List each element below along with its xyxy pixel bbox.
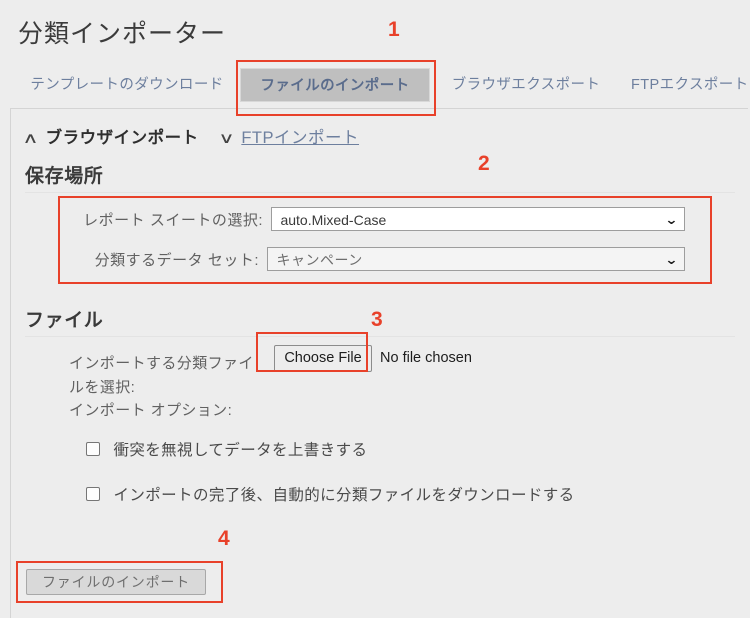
data-set-label: 分類するデータ セット: (94, 251, 259, 269)
report-suite-select[interactable]: auto.Mixed-Case ⌄ (271, 207, 686, 231)
report-suite-label: レポート スイートの選択: (83, 211, 263, 229)
checkbox-auto-download[interactable] (86, 487, 100, 501)
tab-template-download[interactable]: テンプレートのダウンロード (18, 68, 236, 102)
checkbox-row-auto-download: インポートの完了後、自動的に分類ファイルをダウンロードする (86, 483, 575, 505)
classification-importer-page: 分類インポーター テンプレートのダウンロード ファイルのインポート ブラウザエク… (0, 0, 750, 618)
report-suite-row: レポート スイートの選択: auto.Mixed-Case ⌄ (25, 207, 686, 233)
section-heading-file: ファイル (25, 310, 104, 331)
section-divider-storage (25, 192, 735, 193)
data-set-select[interactable]: キャンペーン ⌄ (267, 247, 686, 271)
section-divider-file (25, 336, 735, 337)
annotation-number-1: 1 (388, 18, 400, 41)
import-file-submit-button[interactable]: ファイルのインポート (26, 569, 206, 595)
main-panel: ∧ ブラウザインポート ∨ FTPインポート 保存場所 レポート スイートの選択… (10, 108, 748, 618)
choose-file-button[interactable]: Choose File (274, 345, 372, 372)
checkbox-row-overwrite: 衝突を無視してデータを上書きする (86, 438, 367, 460)
data-set-value: キャンペーン (276, 252, 363, 268)
annotation-number-3: 3 (371, 308, 383, 331)
data-set-row: 分類するデータ セット: キャンペーン ⌄ (25, 247, 686, 273)
report-suite-value: auto.Mixed-Case (280, 212, 387, 228)
section-heading-storage: 保存場所 (25, 166, 104, 187)
chevron-up-icon[interactable]: ∧ (22, 129, 38, 147)
tab-ftp-export[interactable]: FTPエクスポート (622, 68, 750, 102)
import-options-label: インポート オプション: (69, 402, 233, 419)
file-input-label: インポートする分類ファイルを選択: (69, 355, 254, 396)
checkbox-auto-download-label: インポートの完了後、自動的に分類ファイルをダウンロードする (113, 487, 575, 504)
page-title: 分類インポーター (18, 20, 227, 48)
browser-import-label: ブラウザインポート (45, 129, 199, 147)
tab-bar: テンプレートのダウンロード ファイルのインポート ブラウザエクスポート FTPエ… (0, 62, 750, 108)
annotation-number-2: 2 (478, 152, 490, 175)
checkbox-overwrite[interactable] (86, 442, 100, 456)
chevron-down-icon: ⌄ (664, 252, 678, 267)
chevron-down-icon: ⌄ (664, 212, 678, 227)
tab-browser-export[interactable]: ブラウザエクスポート (440, 68, 612, 102)
chevron-down-icon[interactable]: ∨ (218, 129, 234, 147)
annotation-number-4: 4 (218, 527, 230, 550)
checkbox-overwrite-label: 衝突を無視してデータを上書きする (113, 442, 368, 459)
ftp-import-link[interactable]: FTPインポート (241, 129, 359, 147)
tab-file-import[interactable]: ファイルのインポート (240, 68, 430, 102)
import-mode-switch: ∧ ブラウザインポート ∨ FTPインポート (22, 124, 359, 148)
chosen-file-status: No file chosen (380, 350, 472, 366)
